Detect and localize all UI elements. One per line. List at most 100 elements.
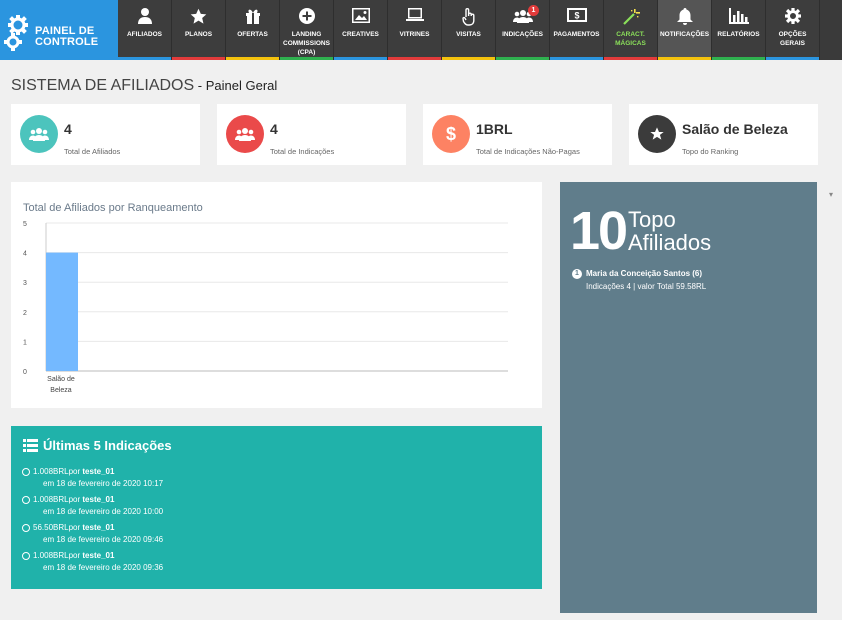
nav-color-stripe — [712, 57, 765, 60]
indication-user: teste_01 — [82, 523, 115, 532]
last-indications-header: Últimas 5 Indicações — [23, 438, 172, 453]
nav-item-vitrines[interactable]: VITRINES — [388, 0, 442, 60]
top-affiliates-label-line2: Afiliados — [628, 230, 712, 255]
affiliates-ranking-chart-panel: Total de Afiliados por Ranqueamento 0123… — [11, 182, 542, 408]
nav-item-afiliados[interactable]: AFILIADOS — [118, 0, 172, 60]
y-tick-label: 1 — [23, 339, 27, 346]
circle-icon — [22, 468, 30, 476]
svg-text:$: $ — [574, 11, 579, 21]
nav-item-label: PLANOS — [184, 31, 213, 38]
nav-item-notifica-es[interactable]: NOTIFICAÇÕES — [658, 0, 712, 60]
bell-icon — [658, 8, 711, 26]
nav-color-stripe — [226, 57, 279, 60]
nav-item-label: CREATIVES — [342, 31, 379, 38]
indication-user: teste_01 — [82, 467, 115, 476]
nav-color-stripe — [766, 57, 819, 60]
indication-amount: 1.008BRL — [33, 467, 69, 476]
nav-item-planos[interactable]: PLANOS — [172, 0, 226, 60]
main-menu: AFILIADOS PLANOS OFERTAS LANDING COMMISSION… — [118, 0, 820, 60]
list-item[interactable]: 1.008BRLpor teste_01 em 18 de fevereiro d… — [22, 550, 163, 574]
page-title: SISTEMA DE AFILIADOS - Painel Geral — [11, 77, 277, 95]
scrollbar-marker[interactable]: ▾ — [829, 190, 833, 199]
nav-color-stripe — [496, 57, 549, 60]
list-item[interactable]: 1.008BRLpor teste_01 em 18 de fevereiro d… — [22, 466, 163, 490]
nav-item-label: AFILIADOS — [126, 31, 163, 38]
indication-date: em 18 de fevereiro de 2020 09:36 — [43, 563, 164, 572]
stat-caption: Total de Afiliados — [64, 147, 121, 156]
laptop-icon — [388, 8, 441, 26]
nav-item-landing-commissions-cpa[interactable]: LANDING COMMISSIONS (CPA) — [280, 0, 334, 60]
nav-item-indica-es[interactable]: 1 INDICAÇÕES — [496, 0, 550, 60]
nav-item-label: OFERTAS — [237, 31, 268, 38]
last-indications-panel: Últimas 5 Indicações 1.008BRLpor teste_0… — [11, 426, 542, 589]
stat-card-total-affiliates: 4 Total de Afiliados — [11, 104, 200, 165]
nav-item-label: NOTIFICAÇÕES — [659, 31, 710, 38]
nav-color-stripe — [442, 57, 495, 60]
brand-title-line2: CONTROLE — [35, 36, 99, 48]
stat-caption: Total de Indicações Não-Pagas — [476, 147, 580, 156]
list-item[interactable]: 56.50BRLpor teste_01 em 18 de fevereiro d… — [22, 522, 163, 546]
nav-item-pagamentos[interactable]: $ PAGAMENTOS — [550, 0, 604, 60]
bar — [46, 252, 78, 371]
indication-by: por — [68, 523, 81, 532]
indication-amount: 1.008BRL — [33, 551, 69, 560]
indication-date: em 18 de fevereiro de 2020 10:00 — [43, 507, 164, 516]
indication-by: por — [68, 495, 81, 504]
nav-color-stripe — [334, 57, 387, 60]
star-icon — [172, 8, 225, 26]
y-tick-label: 2 — [23, 310, 27, 317]
nav-color-stripe — [658, 57, 711, 60]
page-title-main: SISTEMA DE AFILIADOS — [11, 77, 195, 94]
nav-item-caract-m-gicas[interactable]: CARACT. MÁGICAS — [604, 0, 658, 60]
brand-logo[interactable]: PAINEL DE CONTROLE — [0, 0, 118, 60]
indication-user: teste_01 — [82, 551, 115, 560]
x-tick-label: Salão de Beleza — [47, 376, 75, 394]
magic-wand-icon — [604, 8, 657, 26]
indication-date: em 18 de fevereiro de 2020 09:46 — [43, 535, 164, 544]
nav-item-label: LANDING COMMISSIONS (CPA) — [283, 31, 330, 56]
stat-card-unpaid-indications: $ 1BRL Total de Indicações Não-Pagas — [423, 104, 612, 165]
pointer-icon — [442, 8, 495, 26]
y-tick-label: 0 — [23, 369, 27, 376]
affiliate-name: Maria da Conceição Santos (6) — [586, 269, 703, 278]
stat-card-top-ranking: Salão de Beleza Topo do Ranking — [629, 104, 818, 165]
rank-number: 1 — [572, 269, 582, 279]
gear-icon — [766, 8, 819, 26]
nav-color-stripe — [172, 57, 225, 60]
nav-color-stripe — [604, 57, 657, 60]
stat-value: 4 — [64, 121, 72, 137]
affiliate-detail: Indicações 4 | valor Total 59.58RL — [586, 282, 707, 291]
stat-card-total-indications: 4 Total de Indicações — [217, 104, 406, 165]
y-tick-label: 3 — [23, 280, 27, 287]
gear-icon — [4, 15, 28, 51]
last-indications-title: Últimas 5 Indicações — [43, 438, 172, 453]
star-icon — [638, 115, 676, 153]
stat-value: 4 — [270, 121, 278, 137]
nav-item-creatives[interactable]: CREATIVES — [334, 0, 388, 60]
nav-item-label: PAGAMENTOS — [553, 31, 600, 38]
money-icon: $ — [550, 8, 603, 26]
nav-item-op-es-gerais[interactable]: OPÇÕES GERAIS — [766, 0, 820, 60]
nav-color-stripe — [280, 57, 333, 60]
users-icon — [496, 8, 549, 26]
image-icon — [334, 8, 387, 26]
list-item[interactable]: 1.008BRLpor teste_01 em 18 de fevereiro d… — [22, 494, 163, 518]
page-title-separator: - — [194, 78, 206, 93]
nav-color-stripe — [550, 57, 603, 60]
top-affiliates-count: 10 — [570, 201, 628, 261]
circle-icon — [22, 496, 30, 504]
nav-item-ofertas[interactable]: OFERTAS — [226, 0, 280, 60]
page-subtitle: Painel Geral — [205, 78, 278, 93]
nav-item-label: INDICAÇÕES — [502, 31, 543, 38]
users-icon — [20, 115, 58, 153]
nav-item-relat-rios[interactable]: RELATÓRIOS — [712, 0, 766, 60]
nav-item-visitas[interactable]: VISITAS — [442, 0, 496, 60]
bar-chart: 0 1 2 3 4 5 Salão de Beleza — [23, 221, 508, 394]
stat-caption: Topo do Ranking — [682, 147, 739, 156]
users-icon — [226, 115, 264, 153]
nav-item-label: CARACT. MÁGICAS — [615, 31, 646, 47]
plus-circle-icon — [280, 8, 333, 26]
stat-caption: Total de Indicações — [270, 147, 335, 156]
gift-icon — [226, 8, 279, 26]
indication-amount: 1.008BRL — [33, 495, 69, 504]
